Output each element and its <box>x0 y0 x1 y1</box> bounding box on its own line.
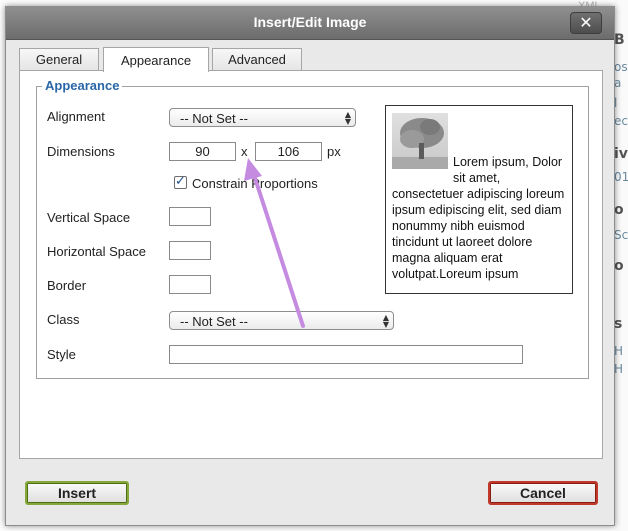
background-fragment: B <box>614 32 625 48</box>
background-fragment: Sc <box>614 228 628 242</box>
style-label: Style <box>47 347 76 362</box>
background-fragment: ec <box>614 114 628 128</box>
height-input[interactable]: 106 <box>255 142 322 161</box>
alignment-label: Alignment <box>47 109 105 124</box>
dialog-title: Insert/Edit Image <box>253 14 367 30</box>
horizontal-space-input[interactable] <box>169 241 211 260</box>
fieldset-legend: Appearance <box>42 78 123 93</box>
tree-icon <box>392 118 448 169</box>
background-fragment: o <box>614 258 624 274</box>
class-label: Class <box>47 312 80 327</box>
background-fragment: s <box>614 316 623 332</box>
image-preview: Lorem ipsum, Dolor sit amet, consectetue… <box>385 105 573 294</box>
dimensions-label: Dimensions <box>47 144 115 159</box>
tab-panel-appearance: Appearance Alignment -- Not Set -- ▲ ▼ Di… <box>19 70 603 459</box>
select-arrows-icon: ▲ ▼ <box>382 313 389 329</box>
dimension-separator: x <box>241 144 248 159</box>
tree-image <box>392 113 448 169</box>
background-fragment: a <box>614 76 622 90</box>
border-label: Border <box>47 278 87 293</box>
tab-appearance[interactable]: Appearance <box>103 47 209 72</box>
insert-button[interactable]: Insert <box>25 481 129 505</box>
class-select[interactable]: -- Not Set -- ▲ ▼ <box>169 311 394 330</box>
background-fragment: o <box>614 202 624 218</box>
horizontal-space-label: Horizontal Space <box>47 244 146 259</box>
tab-advanced[interactable]: Advanced <box>212 48 302 71</box>
close-icon: ✕ <box>579 13 593 32</box>
background-fragment: H <box>614 362 624 376</box>
close-button[interactable]: ✕ <box>570 12 602 34</box>
background-fragment: H <box>614 344 624 358</box>
cancel-button[interactable]: Cancel <box>488 481 598 505</box>
class-select-value: -- Not Set -- <box>180 314 248 329</box>
appearance-fieldset: Appearance Alignment -- Not Set -- ▲ ▼ Di… <box>36 78 589 379</box>
insert-edit-image-dialog: Insert/Edit Image ✕ General Appearance A… <box>5 6 615 526</box>
select-arrows-icon: ▲ ▼ <box>344 110 351 126</box>
width-input[interactable]: 90 <box>169 142 236 161</box>
background-fragment: 01 <box>614 170 628 184</box>
dimension-unit: px <box>327 144 341 159</box>
checkmark-icon: ✓ <box>175 174 186 189</box>
alignment-select[interactable]: -- Not Set -- ▲ ▼ <box>169 108 356 127</box>
alignment-select-value: -- Not Set -- <box>180 111 248 126</box>
constrain-proportions-checkbox[interactable]: ✓ <box>174 174 187 189</box>
border-input[interactable] <box>169 275 211 294</box>
vertical-space-input[interactable] <box>169 207 211 226</box>
background-fragment: os <box>614 60 628 74</box>
vertical-space-label: Vertical Space <box>47 210 131 225</box>
tab-general[interactable]: General <box>19 48 99 71</box>
constrain-proportions-label: Constrain Proportions <box>192 176 318 191</box>
dialog-titlebar[interactable]: Insert/Edit Image ✕ <box>6 7 614 40</box>
style-input[interactable] <box>169 345 523 364</box>
background-fragment: iv <box>614 146 628 162</box>
